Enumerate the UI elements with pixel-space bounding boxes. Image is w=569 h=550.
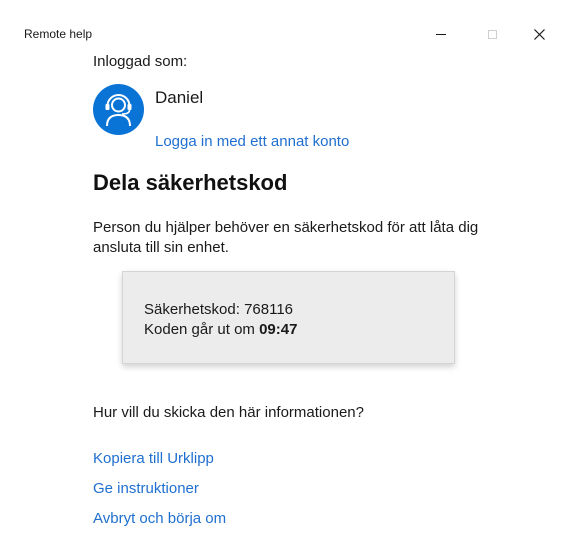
page-title: Dela säkerhetskod	[93, 170, 288, 195]
close-icon	[533, 28, 545, 40]
logged-in-label: Inloggad som:	[93, 53, 188, 70]
expiry-time: 09:47	[259, 321, 298, 338]
share-question: Hur vill du skicka den här informationen…	[93, 404, 364, 421]
remote-help-window: Remote help Inloggad som: Daniel Logga i…	[0, 0, 569, 550]
expiry-line: Koden går ut om 09:47	[144, 321, 297, 338]
security-code-label: Säkerhetskod:	[144, 301, 240, 318]
security-code-card: Säkerhetskod: 768116 Koden går ut om 09:…	[122, 271, 455, 364]
security-code-line: Säkerhetskod: 768116	[144, 301, 293, 318]
security-code-value: 768116	[244, 301, 294, 318]
switch-account-link[interactable]: Logga in med ett annat konto	[155, 133, 349, 150]
avatar	[93, 84, 144, 135]
maximize-button[interactable]	[469, 19, 515, 49]
copy-to-clipboard-link[interactable]: Kopiera till Urklipp	[93, 450, 214, 467]
minimize-icon	[436, 33, 446, 35]
title-bar[interactable]: Remote help	[0, 0, 569, 50]
give-instructions-link[interactable]: Ge instruktioner	[93, 480, 199, 497]
maximize-icon	[487, 29, 497, 39]
support-agent-headset-icon	[105, 94, 132, 127]
close-button[interactable]	[516, 19, 562, 49]
description-text: Person du hjälper behöver en säkerhetsko…	[93, 219, 479, 256]
expiry-label: Koden går ut om	[144, 321, 255, 338]
cancel-and-restart-link[interactable]: Avbryt och börja om	[93, 510, 226, 527]
app-title: Remote help	[24, 27, 93, 41]
user-name: Daniel	[155, 88, 204, 107]
minimize-button[interactable]	[418, 19, 464, 49]
